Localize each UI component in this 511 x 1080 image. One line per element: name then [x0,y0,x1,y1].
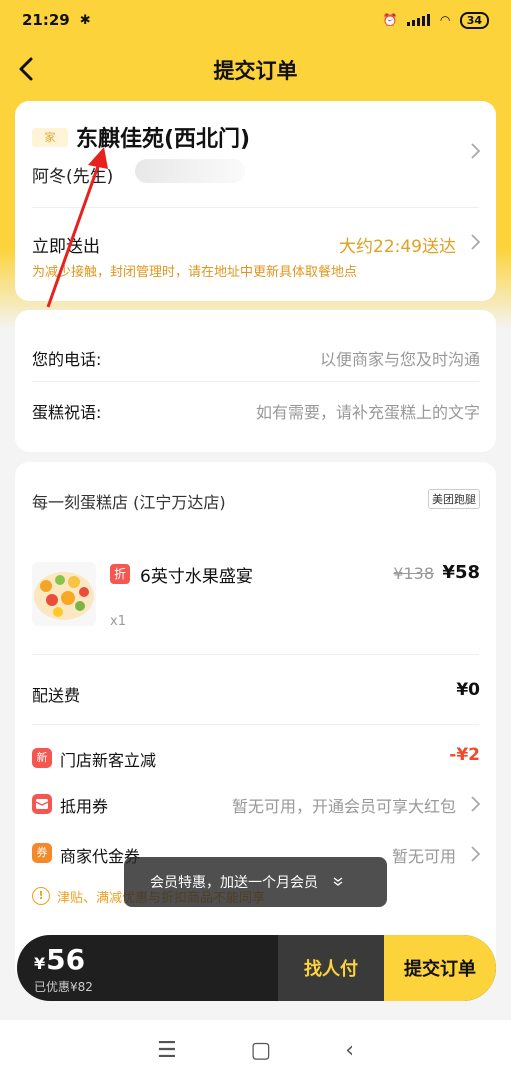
total-price: ¥56 [34,943,85,976]
voucher-icon: 券 [32,843,52,863]
membership-toast[interactable]: 会员特惠，加送一个月会员 [124,857,387,907]
menu-icon[interactable]: ☰ [157,1038,177,1063]
alarm-icon: ⏰ [382,13,398,27]
submit-order-button[interactable]: 提交订单 [384,935,496,1001]
divider [32,381,479,382]
status-time: 21:29 [22,11,70,29]
wifi-icon: ◠ [440,13,450,27]
delivery-fee-value: ¥0 [456,680,480,700]
chevron-right-icon [470,232,482,255]
blurred-phone [135,159,245,183]
chevron-right-icon [470,794,482,817]
friend-pay-button[interactable]: 找人付 [278,935,384,1001]
new-customer-icon: 新 [32,748,52,768]
back-icon[interactable]: ‹ [345,1038,354,1063]
chevron-right-icon [470,141,482,164]
chevron-right-icon [470,844,482,867]
pay-summary: ¥56 已优惠¥82 [17,935,278,1001]
currency-symbol: ¥ [34,954,46,973]
shop-badge: 美团跑腿 [428,489,480,509]
contact-info-card: 您的电话: 以便商家与您及时沟通 蛋糕祝语: 如有需要，请补充蛋糕上的文字 [15,310,496,452]
toast-text: 会员特惠，加送一个月会员 [150,875,318,891]
coupon-label: 抵用券 [60,797,109,816]
status-icons: ⏰ ◠ 34 [382,11,489,29]
product-quantity: x1 [110,614,126,629]
delivery-fee-label: 配送费 [32,686,81,705]
coupon-hint[interactable]: 暂无可用，开通会员可享大红包 [232,793,456,817]
product-image [32,562,96,626]
blessing-input[interactable]: 如有需要，请补充蛋糕上的文字 [256,399,480,423]
product-price: ¥58 [442,562,480,583]
phone-input[interactable]: 以便商家与您及时沟通 [320,346,480,370]
shop-name[interactable]: 每一刻蛋糕店 (江宁万达店) [32,489,226,513]
original-price: ¥138 [393,564,434,583]
pay-bar: ¥56 已优惠¥82 找人付 提交订单 [17,935,496,1001]
chevron-down-icon [332,875,344,889]
battery-icon: 34 [459,11,489,29]
nav-bar: 提交订单 [0,48,511,92]
chevron-left-icon[interactable] [14,54,44,84]
page-title: 提交订单 [213,59,298,83]
total-amount: 56 [46,943,86,976]
bluetooth-icon: ✱ [79,12,91,28]
system-nav-bar: ☰ ▢ ‹ [0,1020,511,1080]
signal-icon [407,14,431,26]
new-customer-label: 门店新客立减 [60,751,157,770]
delivery-time[interactable]: 大约22:49送达 [339,232,456,257]
divider [32,654,479,655]
discount-tag: 折 [110,564,130,584]
blessing-label: 蛋糕祝语: [32,403,102,422]
red-packet-icon [32,794,52,814]
product-name: 6英寸水果盛宴 [140,567,253,587]
home-icon[interactable]: ▢ [251,1038,272,1063]
phone-label: 您的电话: [32,350,102,369]
status-bar: 21:29 ✱ ⏰ ◠ 34 [0,0,511,40]
warning-icon: ! [32,887,50,905]
divider [32,724,479,725]
voucher-hint[interactable]: 暂无可用 [392,843,456,867]
total-discount: 已优惠¥82 [34,980,93,994]
new-customer-discount: -¥2 [449,745,480,765]
annotation-arrow [46,147,108,308]
